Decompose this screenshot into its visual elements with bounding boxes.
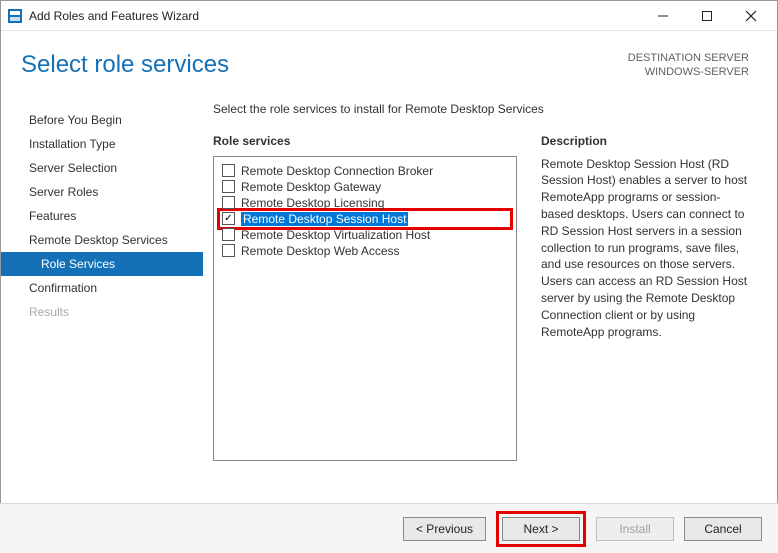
sidebar-item-before-you-begin[interactable]: Before You Begin	[1, 108, 203, 132]
header: Select role services DESTINATION SERVER …	[1, 31, 777, 86]
sidebar-item-role-services[interactable]: Role Services	[1, 252, 203, 276]
role-service-label: Remote Desktop Gateway	[241, 180, 381, 194]
sidebar-item-confirmation[interactable]: Confirmation	[1, 276, 203, 300]
destination-value: WINDOWS-SERVER	[628, 65, 749, 79]
main-panel: Select the role services to install for …	[203, 86, 777, 516]
sidebar-item-installation-type[interactable]: Installation Type	[1, 132, 203, 156]
footer: < Previous Next > Install Cancel	[0, 503, 778, 553]
role-service-item[interactable]: Remote Desktop Gateway	[220, 179, 510, 195]
role-service-label: Remote Desktop Session Host	[241, 212, 408, 226]
body: Before You BeginInstallation TypeServer …	[1, 86, 777, 516]
instruction-text: Select the role services to install for …	[213, 102, 751, 116]
sidebar-item-server-selection[interactable]: Server Selection	[1, 156, 203, 180]
next-button[interactable]: Next >	[502, 517, 580, 541]
app-icon	[7, 8, 23, 24]
close-button[interactable]	[729, 2, 773, 30]
install-button: Install	[596, 517, 674, 541]
sidebar-item-server-roles[interactable]: Server Roles	[1, 180, 203, 204]
role-service-item[interactable]: Remote Desktop Session Host	[220, 211, 510, 227]
sidebar-item-results: Results	[1, 300, 203, 324]
checkbox-icon[interactable]	[222, 196, 235, 209]
page-title: Select role services	[21, 51, 229, 79]
window-title: Add Roles and Features Wizard	[29, 9, 199, 23]
sidebar-item-remote-desktop-services[interactable]: Remote Desktop Services	[1, 228, 203, 252]
role-services-listbox[interactable]: Remote Desktop Connection Broker Remote D…	[213, 156, 517, 461]
checkbox-icon[interactable]	[222, 212, 235, 225]
description-label: Description	[541, 134, 751, 148]
role-services-label: Role services	[213, 134, 517, 148]
description-column: Description Remote Desktop Session Host …	[541, 134, 751, 464]
role-services-column: Role services Remote Desktop Connection …	[213, 134, 517, 464]
checkbox-icon[interactable]	[222, 164, 235, 177]
role-service-item[interactable]: Remote Desktop Connection Broker	[220, 163, 510, 179]
checkbox-icon[interactable]	[222, 244, 235, 257]
role-service-label: Remote Desktop Connection Broker	[241, 164, 433, 178]
role-service-label: Remote Desktop Virtualization Host	[241, 228, 430, 242]
destination-info: DESTINATION SERVER WINDOWS-SERVER	[628, 51, 749, 80]
sidebar-item-features[interactable]: Features	[1, 204, 203, 228]
role-service-item[interactable]: Remote Desktop Virtualization Host	[220, 227, 510, 243]
next-button-highlight: Next >	[496, 511, 586, 547]
checkbox-icon[interactable]	[222, 180, 235, 193]
destination-label: DESTINATION SERVER	[628, 51, 749, 65]
role-service-label: Remote Desktop Licensing	[241, 196, 384, 210]
role-service-item[interactable]: Remote Desktop Web Access	[220, 243, 510, 259]
titlebar: Add Roles and Features Wizard	[1, 1, 777, 31]
checkbox-icon[interactable]	[222, 228, 235, 241]
sidebar: Before You BeginInstallation TypeServer …	[1, 86, 203, 516]
previous-button[interactable]: < Previous	[403, 517, 486, 541]
minimize-button[interactable]	[641, 2, 685, 30]
description-text: Remote Desktop Session Host (RD Session …	[541, 156, 751, 341]
role-service-label: Remote Desktop Web Access	[241, 244, 400, 258]
maximize-button[interactable]	[685, 2, 729, 30]
cancel-button[interactable]: Cancel	[684, 517, 762, 541]
